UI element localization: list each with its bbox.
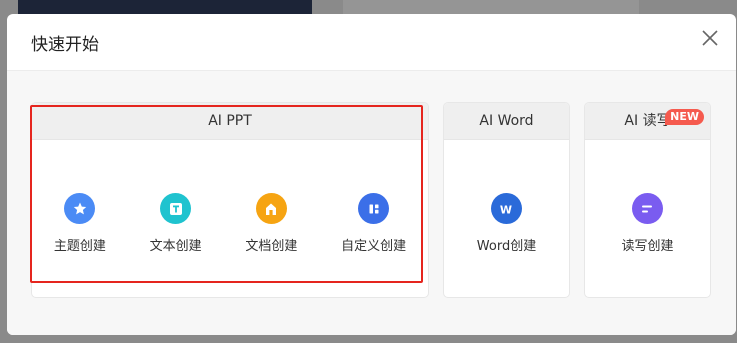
document-create-label: 文档创建 xyxy=(245,239,298,254)
svg-text:W: W xyxy=(500,203,512,216)
word-icon: W xyxy=(490,193,522,224)
ai-readwrite-card-title: AI 读写 xyxy=(624,113,671,129)
ai-ppt-card: AI PPT 主题创建 文本创建 文档创建 自定义创建 xyxy=(31,102,429,298)
dialog-title: 快速开始 xyxy=(31,35,99,55)
text-create-option[interactable]: 文本创建 xyxy=(150,193,202,254)
new-badge: NEW xyxy=(665,109,704,125)
readwrite-icon xyxy=(631,193,663,224)
theme-create-option[interactable]: 主题创建 xyxy=(54,193,106,254)
text-create-label: 文本创建 xyxy=(149,239,202,254)
house-doc-icon xyxy=(255,193,287,224)
theme-create-label: 主题创建 xyxy=(53,239,106,254)
ai-ppt-card-header: AI PPT xyxy=(32,103,428,140)
word-create-label: Word创建 xyxy=(476,239,537,254)
custom-create-label: 自定义创建 xyxy=(341,239,407,254)
close-icon xyxy=(702,30,718,46)
quick-start-dialog: 快速开始 AI PPT 主题创建 文本创建 文档创建 自定义创建 AI Word… xyxy=(7,14,736,335)
text-icon xyxy=(160,193,192,224)
ai-word-card-header: AI Word xyxy=(444,103,569,140)
dialog-header: 快速开始 xyxy=(7,14,736,71)
layout-icon xyxy=(358,193,390,224)
ai-readwrite-card: AI 读写 NEW 读写创建 xyxy=(584,102,711,298)
word-create-option[interactable]: W Word创建 xyxy=(477,193,536,254)
star-icon xyxy=(64,193,96,224)
readwrite-create-label: 读写创建 xyxy=(621,239,674,254)
readwrite-create-option[interactable]: 读写创建 xyxy=(621,193,674,254)
close-button[interactable] xyxy=(700,28,720,48)
ai-word-card: AI Word W Word创建 xyxy=(443,102,570,298)
document-create-option[interactable]: 文档创建 xyxy=(245,193,297,254)
custom-create-option[interactable]: 自定义创建 xyxy=(341,193,406,254)
